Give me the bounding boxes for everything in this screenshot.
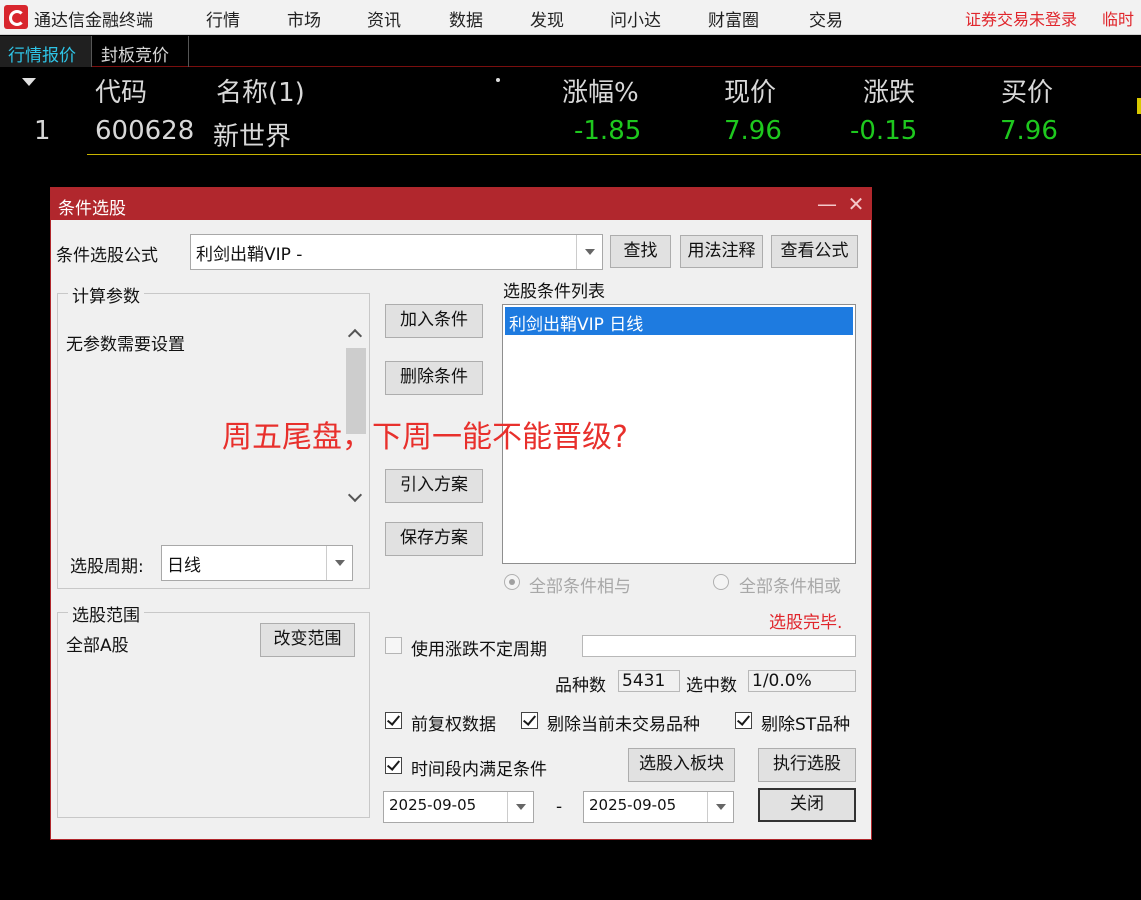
params-group-title: 计算参数: [68, 282, 144, 307]
range-group-title: 选股范围: [68, 601, 144, 626]
menu-item-trade[interactable]: 交易: [809, 6, 843, 31]
overlay-question: 周五尾盘，下周一能不能晋级?: [222, 420, 628, 455]
uncertain-period-label[interactable]: 使用涨跌不定周期: [411, 635, 547, 660]
selected-value: 1/0.0%: [748, 670, 856, 692]
minimize-icon[interactable]: —: [816, 192, 838, 216]
menu-item-discover[interactable]: 发现: [530, 6, 564, 31]
radio-or[interactable]: [713, 574, 729, 590]
row-code[interactable]: 600628: [95, 116, 194, 146]
col-header-change[interactable]: 涨跌: [863, 72, 915, 109]
chevron-down-icon[interactable]: [576, 235, 602, 269]
menu-item-ask[interactable]: 问小达: [610, 6, 661, 31]
uncertain-period-checkbox[interactable]: [385, 637, 402, 654]
row-name[interactable]: 新世界: [213, 116, 291, 153]
col-header-price[interactable]: 现价: [724, 72, 776, 109]
formula-value: 利剑出鞘VIP -: [196, 245, 303, 265]
conditions-label: 选股条件列表: [503, 282, 605, 302]
dialog-titlebar[interactable]: 条件选股 — ✕: [51, 188, 871, 220]
close-button[interactable]: 关闭: [758, 788, 856, 822]
period-label: 选股周期:: [70, 557, 144, 577]
forward-adjusted-checkbox[interactable]: [385, 712, 402, 729]
execute-screening-button[interactable]: 执行选股: [758, 748, 856, 782]
chevron-down-icon[interactable]: [326, 546, 352, 580]
col-header-change-pct[interactable]: 涨幅%: [562, 72, 639, 109]
menu-item-wealth[interactable]: 财富圈: [708, 6, 759, 31]
exclude-st-label[interactable]: 剔除ST品种: [761, 710, 850, 735]
col-header-bid[interactable]: 买价: [1001, 72, 1053, 109]
exclude-st-checkbox[interactable]: [735, 712, 752, 729]
sort-dropdown-icon[interactable]: [22, 78, 36, 86]
view-formula-button[interactable]: 查看公式: [771, 235, 858, 268]
tab-limit-auction[interactable]: 封板竞价: [93, 36, 189, 67]
menu-item-news[interactable]: 资讯: [367, 6, 401, 31]
menu-item-quotes[interactable]: 行情: [206, 6, 240, 31]
row-change-pct: -1.85: [574, 116, 642, 146]
date-separator: -: [556, 797, 563, 817]
list-item[interactable]: 利剑出鞘VIP 日线: [505, 307, 853, 335]
exclude-untraded-checkbox[interactable]: [521, 712, 538, 729]
date-to-picker[interactable]: 2025-09-05: [583, 791, 734, 823]
col-header-code[interactable]: 代码: [95, 72, 147, 109]
count-label: 品种数: [555, 676, 606, 696]
temp-label[interactable]: 临时: [1102, 6, 1141, 30]
col-header-dot: [496, 78, 500, 82]
import-plan-button[interactable]: 引入方案: [385, 469, 483, 503]
scroll-down-icon[interactable]: [347, 487, 363, 503]
login-status[interactable]: 证券交易未登录: [965, 6, 1077, 30]
tab-quotes[interactable]: 行情报价: [0, 36, 92, 67]
radio-or-label[interactable]: 全部条件相或: [739, 572, 841, 597]
app-title: 通达信金融终端: [34, 11, 153, 31]
menu-item-market[interactable]: 市场: [287, 6, 321, 31]
delete-condition-button[interactable]: 删除条件: [385, 361, 483, 395]
forward-adjusted-label[interactable]: 前复权数据: [411, 710, 496, 735]
menu-item-data[interactable]: 数据: [449, 6, 483, 31]
date-from-picker[interactable]: 2025-09-05: [383, 791, 534, 823]
dialog-title: 条件选股: [58, 199, 126, 219]
time-range-label[interactable]: 时间段内满足条件: [411, 755, 547, 780]
calendar-dropdown-icon[interactable]: [507, 792, 533, 822]
change-range-button[interactable]: 改变范围: [260, 623, 355, 657]
status-text: 选股完毕.: [769, 613, 843, 633]
range-group: 选股范围 全部A股 改变范围: [57, 601, 370, 818]
selected-label: 选中数: [686, 676, 737, 696]
count-value: 5431: [618, 670, 680, 692]
exclude-untraded-label[interactable]: 剔除当前未交易品种: [547, 710, 700, 735]
save-plan-button[interactable]: 保存方案: [385, 522, 483, 556]
date-from-value: 2025-09-05: [389, 796, 477, 814]
tab-bar: 行情报价 封板竞价: [0, 36, 1141, 67]
uncertain-period-input[interactable]: [582, 635, 856, 657]
time-range-checkbox[interactable]: [385, 757, 402, 774]
scroll-up-icon[interactable]: [347, 328, 363, 344]
row-selection-line: [87, 154, 1141, 155]
calendar-dropdown-icon[interactable]: [707, 792, 733, 822]
date-to-value: 2025-09-05: [589, 796, 677, 814]
row-price: 7.96: [724, 116, 782, 146]
usage-notes-button[interactable]: 用法注释: [680, 235, 763, 268]
app-logo-icon: [4, 5, 28, 29]
row-change: -0.15: [850, 116, 918, 146]
to-block-button[interactable]: 选股入板块: [628, 748, 735, 782]
find-button[interactable]: 查找: [610, 235, 671, 268]
formula-select[interactable]: 利剑出鞘VIP -: [190, 234, 603, 270]
range-value: 全部A股: [66, 636, 129, 656]
row-bid: 7.96: [1000, 116, 1058, 146]
period-select[interactable]: 日线: [161, 545, 353, 581]
add-condition-button[interactable]: 加入条件: [385, 304, 483, 338]
period-value: 日线: [167, 556, 201, 576]
radio-and[interactable]: [504, 574, 520, 590]
menu-bar: 通达信金融终端 行情 市场 资讯 数据 发现 问小达 财富圈 交易 证券交易未登…: [0, 0, 1141, 35]
row-index: 1: [34, 116, 51, 146]
radio-and-label[interactable]: 全部条件相与: [529, 572, 631, 597]
condition-screening-dialog: 条件选股 — ✕ 条件选股公式 利剑出鞘VIP - 查找 用法注释 查看公式 计…: [50, 187, 872, 840]
formula-label: 条件选股公式: [56, 246, 158, 266]
column-edge-marker: [1137, 98, 1141, 114]
params-text: 无参数需要设置: [66, 335, 185, 355]
close-icon[interactable]: ✕: [845, 192, 867, 216]
col-header-name[interactable]: 名称(1): [216, 72, 305, 109]
